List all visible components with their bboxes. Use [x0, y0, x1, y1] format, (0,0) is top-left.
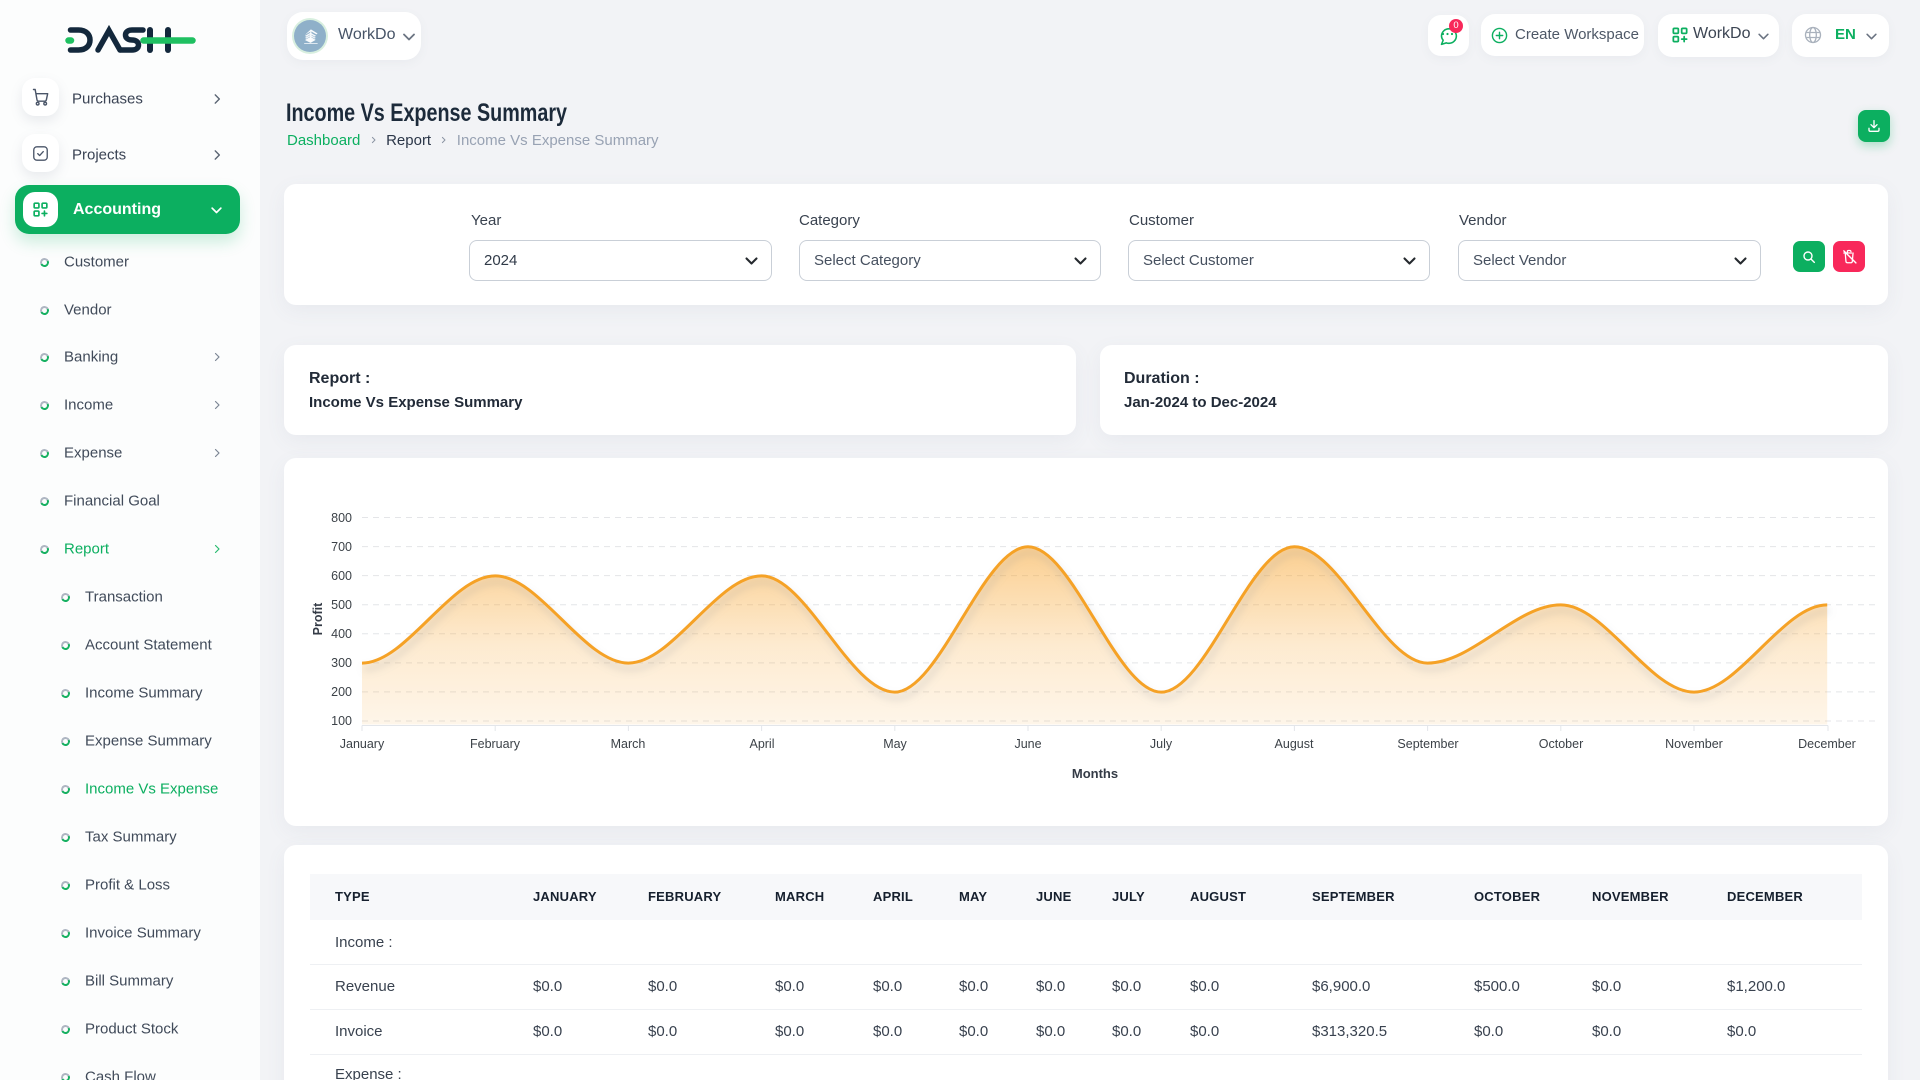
svg-text:February: February [470, 737, 521, 751]
svg-text:December: December [1798, 737, 1856, 751]
svg-text:March: March [611, 737, 646, 751]
svg-text:June: June [1014, 737, 1041, 751]
svg-text:200: 200 [331, 685, 352, 699]
svg-text:400: 400 [331, 627, 352, 641]
svg-text:700: 700 [331, 540, 352, 554]
svg-text:800: 800 [331, 511, 352, 525]
svg-text:Profit: Profit [311, 602, 325, 635]
svg-text:October: October [1539, 737, 1583, 751]
svg-text:April: April [749, 737, 774, 751]
svg-text:300: 300 [331, 656, 352, 670]
svg-text:July: July [1150, 737, 1173, 751]
svg-text:600: 600 [331, 569, 352, 583]
svg-text:September: September [1397, 737, 1458, 751]
svg-text:Months: Months [1072, 766, 1118, 781]
svg-text:August: August [1275, 737, 1314, 751]
svg-text:500: 500 [331, 598, 352, 612]
svg-text:May: May [883, 737, 907, 751]
svg-text:November: November [1665, 737, 1723, 751]
svg-text:100: 100 [331, 714, 352, 728]
svg-text:January: January [340, 737, 385, 751]
